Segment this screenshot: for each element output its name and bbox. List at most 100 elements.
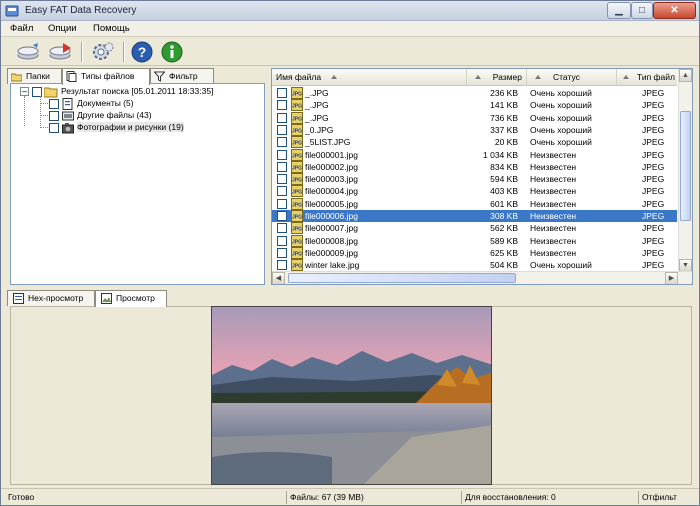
menu-file[interactable]: Файл xyxy=(10,23,33,34)
row-checkbox[interactable] xyxy=(277,211,287,221)
image-preview xyxy=(211,306,492,485)
tree-item-checkbox[interactable] xyxy=(49,111,59,121)
row-checkbox[interactable] xyxy=(277,100,287,111)
minimize-button[interactable]: ▁ xyxy=(607,2,631,19)
tree-item-checkbox[interactable] xyxy=(49,123,59,133)
svg-text:JPG: JPG xyxy=(292,190,302,196)
table-row[interactable]: JPG file000002.jpg 834 KB Неизвестен JPEG xyxy=(272,160,677,173)
file-name: file000007.jpg xyxy=(305,223,358,234)
table-row[interactable]: JPG file000003.jpg 594 KB Неизвестен JPEG xyxy=(272,173,677,186)
file-type-tree: – Результат поиска [05.01.2011 18:33:35]… xyxy=(10,83,265,285)
tree-item-other-files[interactable]: Другие файлы (43) xyxy=(49,110,249,122)
tab-folders[interactable]: Папки xyxy=(7,68,62,84)
file-type: JPEG xyxy=(642,186,665,197)
svg-text:JPG: JPG xyxy=(292,251,302,257)
vertical-scrollbar[interactable]: ▲ ▼ xyxy=(678,69,692,272)
drive-scan-icon xyxy=(17,43,39,60)
column-header-name[interactable]: Имя файла xyxy=(272,69,467,86)
table-row[interactable]: JPG file000004.jpg 403 KB Неизвестен JPEG xyxy=(272,185,677,198)
table-row[interactable]: JPG _0.JPG 337 KB Очень хороший JPEG xyxy=(272,123,677,136)
table-row[interactable]: JPG _.JPG 736 KB Очень хороший JPEG xyxy=(272,111,677,124)
horizontal-scrollbar[interactable]: ◀ ▶ xyxy=(272,271,692,284)
tree-item-photos[interactable]: Фотографии и рисунки (19) xyxy=(49,122,259,134)
scroll-thumb[interactable] xyxy=(680,111,691,221)
status-ready: Готово xyxy=(8,492,35,502)
table-row[interactable]: JPG file000009.jpg 625 KB Неизвестен JPEG xyxy=(272,246,677,259)
table-row[interactable]: JPG _5LIST.JPG 20 KB Очень хороший JPEG xyxy=(272,136,677,149)
tree-item-label: Другие файлы (43) xyxy=(77,110,152,120)
recover-icon xyxy=(49,43,71,60)
file-size: 834 KB xyxy=(490,161,518,172)
row-checkbox[interactable] xyxy=(277,247,287,258)
row-checkbox[interactable] xyxy=(277,260,287,271)
jpeg-file-icon: JPG xyxy=(291,259,303,272)
table-row[interactable]: JPG file000006.jpg 308 KB Неизвестен JPEG xyxy=(272,210,677,222)
info-button[interactable] xyxy=(159,40,185,64)
row-checkbox[interactable] xyxy=(277,161,287,172)
menu-help[interactable]: Помощь xyxy=(93,23,130,34)
file-name: file000008.jpg xyxy=(305,235,358,246)
column-header-type[interactable]: Тип файл xyxy=(617,69,677,86)
row-checkbox[interactable] xyxy=(277,124,287,135)
row-checkbox[interactable] xyxy=(277,112,287,123)
column-header-size[interactable]: Размер xyxy=(467,69,527,86)
collapse-toggle[interactable]: – xyxy=(20,87,29,96)
row-checkbox[interactable] xyxy=(277,174,287,185)
svg-text:?: ? xyxy=(138,44,147,60)
table-row[interactable]: JPG _.JPG 141 KB Очень хороший JPEG xyxy=(272,99,677,112)
column-type-label: Тип файл xyxy=(637,72,675,82)
file-status: Очень хороший xyxy=(530,260,592,271)
file-list: Имя файла Размер Статус Тип файл JPG _.JP… xyxy=(271,68,693,285)
table-row[interactable]: JPG file000001.jpg 1 034 KB Неизвестен JPEG xyxy=(272,148,677,161)
file-status: Очень хороший xyxy=(530,112,592,123)
row-checkbox[interactable] xyxy=(277,223,287,234)
status-filtered: Отфильт xyxy=(638,491,696,504)
table-row[interactable]: JPG file000005.jpg 601 KB Неизвестен JPEG xyxy=(272,197,677,210)
tree-root[interactable]: Результат поиска [05.01.2011 18:33:35] xyxy=(32,86,262,98)
row-checkbox[interactable] xyxy=(277,198,287,209)
file-type: JPEG xyxy=(642,100,665,111)
tab-filter[interactable]: Фильтр xyxy=(150,68,214,84)
help-button[interactable]: ? xyxy=(129,40,155,64)
scroll-left-button[interactable]: ◀ xyxy=(272,272,285,284)
close-button[interactable]: ✕ xyxy=(653,2,696,19)
row-checkbox[interactable] xyxy=(277,137,287,148)
table-row[interactable]: JPG winter lake.jpg 504 KB Очень хороший JPE… xyxy=(272,259,677,272)
settings-button[interactable] xyxy=(89,40,117,64)
row-checkbox[interactable] xyxy=(277,235,287,246)
app-icon xyxy=(5,5,19,17)
file-type: JPEG xyxy=(642,198,665,209)
file-type: JPEG xyxy=(642,223,665,234)
row-checkbox[interactable] xyxy=(277,149,287,160)
table-row[interactable]: JPG _.JPG 236 KB Очень хороший JPEG xyxy=(272,87,677,99)
jpeg-file-icon: JPG xyxy=(291,234,303,247)
table-row[interactable]: JPG file000007.jpg 562 KB Неизвестен JPEG xyxy=(272,222,677,235)
sort-arrow-icon xyxy=(535,75,541,79)
row-checkbox[interactable] xyxy=(277,88,287,98)
toolbar-separator xyxy=(81,42,83,62)
tree-item-checkbox[interactable] xyxy=(49,99,59,109)
scroll-up-button[interactable]: ▲ xyxy=(679,69,692,82)
sort-arrow-icon xyxy=(331,75,338,79)
row-checkbox[interactable] xyxy=(277,186,287,197)
scroll-right-button[interactable]: ▶ xyxy=(665,272,678,284)
file-type: JPEG xyxy=(642,88,665,98)
menu-options[interactable]: Опции xyxy=(48,23,77,34)
tab-hex-view-label: Hex-просмотр xyxy=(28,293,84,303)
tab-hex-view[interactable]: Hex-просмотр xyxy=(7,290,95,306)
scan-drive-button[interactable] xyxy=(15,40,43,64)
tab-preview[interactable]: Просмотр xyxy=(95,290,167,307)
tab-file-types[interactable]: Типы файлов xyxy=(62,68,150,85)
table-row[interactable]: JPG file000008.jpg 589 KB Неизвестен JPEG xyxy=(272,234,677,247)
recover-button[interactable] xyxy=(47,40,75,64)
file-size: 337 KB xyxy=(490,124,518,135)
file-type: JPEG xyxy=(642,149,665,160)
title-bar[interactable]: Easy FAT Data Recovery ▁ □ ✕ xyxy=(1,1,699,21)
column-header-status[interactable]: Статус xyxy=(527,69,617,86)
maximize-button[interactable]: □ xyxy=(631,2,653,19)
tree-item-documents[interactable]: Документы (5) xyxy=(49,98,249,110)
scroll-thumb[interactable] xyxy=(288,273,516,283)
tree-root-label: Результат поиска [05.01.2011 18:33:35] xyxy=(61,86,214,96)
jpeg-file-icon: JPG xyxy=(291,87,303,99)
filter-icon xyxy=(154,71,165,82)
